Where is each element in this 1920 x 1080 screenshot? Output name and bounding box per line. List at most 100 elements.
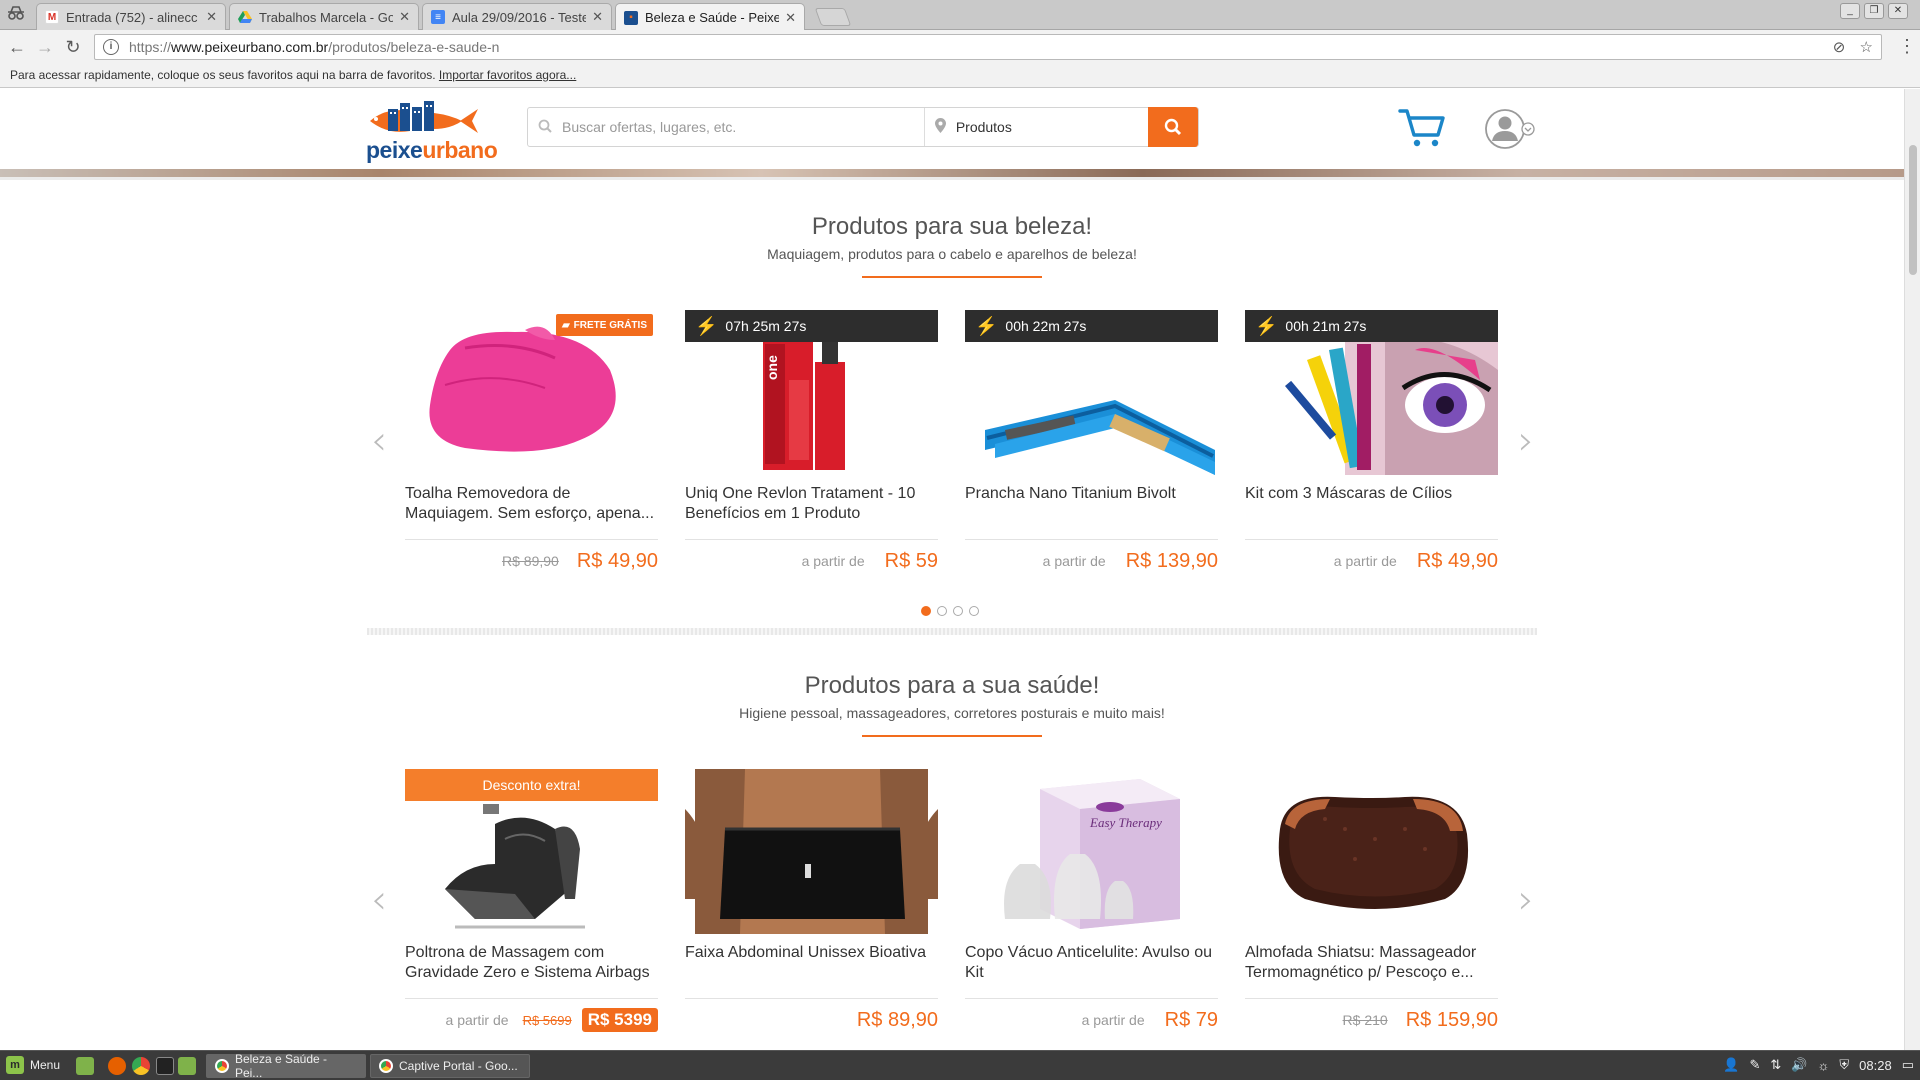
firefox-icon[interactable]: [108, 1057, 126, 1075]
product-name[interactable]: Faixa Abdominal Unissex Bioativa: [685, 943, 938, 985]
tab-docs[interactable]: ≡ Aula 29/09/2016 - Teste ✕: [422, 3, 612, 30]
close-tab-icon[interactable]: ✕: [592, 9, 603, 25]
user-icon[interactable]: 👤: [1723, 1057, 1739, 1073]
product-card[interactable]: Easy Therapy Copo Vácuo Anticelulite: Av…: [965, 769, 1218, 1031]
countdown-timer: ⚡ 00h 21m 27s: [1245, 310, 1498, 342]
terminal-icon[interactable]: [156, 1057, 174, 1075]
forward-icon[interactable]: →: [34, 36, 56, 58]
incognito-icon[interactable]: [6, 5, 26, 23]
from-label: a partir de: [1042, 553, 1106, 569]
popup-blocked-icon[interactable]: ⊘: [1833, 39, 1846, 56]
product-name[interactable]: Almofada Shiatsu: Massageador Termomagné…: [1245, 943, 1498, 985]
product-image[interactable]: Desconto extra!: [405, 769, 658, 934]
hero-banner-edge: [0, 169, 1904, 180]
site-header: peixeurbano Buscar ofertas, lugares, etc…: [0, 89, 1904, 169]
product-name[interactable]: Kit com 3 Máscaras de Cílios: [1245, 484, 1498, 526]
show-desktop-icon[interactable]: [76, 1057, 94, 1075]
pen-icon[interactable]: ✎: [1749, 1057, 1760, 1073]
product-name[interactable]: Copo Vácuo Anticelulite: Avulso ou Kit: [965, 943, 1218, 985]
location-pin-icon: [934, 118, 946, 136]
files-icon[interactable]: [178, 1057, 196, 1075]
carousel-dot[interactable]: [921, 606, 931, 616]
user-avatar-icon[interactable]: [1484, 108, 1538, 150]
countdown-timer: ⚡ 07h 25m 27s: [685, 310, 938, 342]
search-placeholder: Buscar ofertas, lugares, etc.: [562, 119, 737, 135]
product-card[interactable]: ⚡ 00h 22m 27s Prancha Nano Titanium Bivo…: [965, 310, 1218, 572]
shield-icon[interactable]: ⛨: [1839, 1057, 1849, 1073]
carousel-prev-arrow-icon[interactable]: ‹: [367, 421, 391, 463]
carousel-prev-arrow-icon[interactable]: ‹: [367, 880, 391, 922]
tab-gmail[interactable]: M Entrada (752) - alinecc ✕: [36, 3, 226, 30]
product-card[interactable]: ▰ FRETE GRÁTIS Toalha Removedora de Maqu…: [405, 310, 658, 572]
location-input[interactable]: Produtos: [925, 108, 1148, 146]
product-image[interactable]: ⚡ 00h 22m 27s: [965, 310, 1218, 475]
new-tab-button[interactable]: [814, 8, 852, 26]
logo[interactable]: peixeurbano: [366, 99, 498, 163]
carousel-next-arrow-icon[interactable]: ›: [1514, 880, 1538, 922]
beauty-section-title: Produtos para sua beleza!: [811, 213, 1093, 240]
price: R$ 89,90: [856, 1008, 938, 1031]
section-divider: [367, 628, 1537, 635]
card-divider: [685, 998, 938, 999]
taskbar-window-captive[interactable]: Captive Portal - Goo...: [370, 1054, 530, 1078]
os-taskbar: m Menu Beleza e Saúde - Pei... Captive P…: [0, 1050, 1920, 1080]
start-menu-button[interactable]: m Menu: [6, 1056, 60, 1074]
chrome-menu-icon[interactable]: ⋮: [1898, 36, 1916, 57]
chrome-icon[interactable]: [132, 1057, 150, 1075]
drive-icon: [238, 10, 252, 24]
product-image[interactable]: Easy Therapy: [965, 769, 1218, 934]
carousel-dot[interactable]: [969, 606, 979, 616]
product-name[interactable]: Poltrona de Massagem com Gravidade Zero …: [405, 943, 658, 985]
site-info-icon[interactable]: i: [103, 39, 119, 55]
reload-icon[interactable]: ↻: [62, 36, 84, 58]
network-icon[interactable]: ⇅: [1770, 1057, 1781, 1073]
product-card[interactable]: Faixa Abdominal Unissex Bioativa R$ 89,9…: [685, 769, 938, 1031]
price: R$ 49,90: [576, 549, 658, 572]
abdominal-belt-image: [685, 769, 938, 934]
search-input[interactable]: Buscar ofertas, lugares, etc.: [528, 108, 925, 146]
product-name[interactable]: Prancha Nano Titanium Bivolt: [965, 484, 1218, 526]
carousel-dot[interactable]: [937, 606, 947, 616]
bookmark-star-icon[interactable]: ☆: [1860, 39, 1873, 56]
back-icon[interactable]: ←: [6, 36, 28, 58]
card-divider: [685, 539, 938, 540]
carousel-dot[interactable]: [953, 606, 963, 616]
scrollbar-thumb[interactable]: [1909, 145, 1917, 275]
minimize-button[interactable]: _: [1840, 3, 1860, 19]
notifications-icon[interactable]: ▭: [1902, 1057, 1914, 1073]
close-tab-icon[interactable]: ✕: [399, 9, 410, 25]
brightness-icon[interactable]: ☼: [1817, 1058, 1829, 1073]
product-card[interactable]: ⚡ 07h 25m 27s one Uniq One Revlon Tratam…: [685, 310, 938, 572]
free-shipping-badge: ▰ FRETE GRÁTIS: [555, 314, 653, 336]
tab-drive[interactable]: Trabalhos Marcela - Go ✕: [229, 3, 419, 30]
product-image[interactable]: [685, 769, 938, 934]
health-section-subtitle: Higiene pessoal, massageadores, corretor…: [739, 705, 1165, 721]
import-bookmarks-link[interactable]: Importar favoritos agora...: [439, 68, 576, 82]
close-tab-icon[interactable]: ✕: [206, 9, 217, 25]
product-image[interactable]: ▰ FRETE GRÁTIS: [405, 310, 658, 475]
taskbar-window-beleza[interactable]: Beleza e Saúde - Pei...: [206, 1052, 366, 1080]
product-image[interactable]: ⚡ 00h 21m 27s: [1245, 310, 1498, 475]
address-bar[interactable]: i https://www.peixeurbano.com.br/produto…: [94, 34, 1882, 60]
product-name[interactable]: Uniq One Revlon Tratament - 10 Benefício…: [685, 484, 938, 526]
product-image[interactable]: [1245, 769, 1498, 934]
close-tab-icon[interactable]: ✕: [785, 10, 796, 26]
gmail-icon: M: [45, 10, 59, 24]
price-row: R$ 210 R$ 159,90: [1245, 1007, 1498, 1033]
docs-icon: ≡: [431, 10, 445, 24]
product-image[interactable]: ⚡ 07h 25m 27s one: [685, 310, 938, 475]
product-card[interactable]: Almofada Shiatsu: Massageador Termomagné…: [1245, 769, 1498, 1031]
price: R$ 49,90: [1416, 549, 1498, 572]
carousel-next-arrow-icon[interactable]: ›: [1514, 421, 1538, 463]
page-scrollbar[interactable]: [1904, 89, 1920, 1050]
tab-peixe-urbano[interactable]: ▪ Beleza e Saúde - Peixe U ✕: [615, 3, 805, 31]
volume-icon[interactable]: 🔊: [1791, 1057, 1807, 1073]
clock[interactable]: 08:28: [1859, 1058, 1892, 1073]
search-button[interactable]: [1148, 107, 1198, 147]
restore-button[interactable]: ❐: [1864, 3, 1884, 19]
product-name[interactable]: Toalha Removedora de Maquiagem. Sem esfo…: [405, 484, 658, 526]
cart-icon[interactable]: [1398, 107, 1446, 149]
product-card[interactable]: Desconto extra! Poltrona de Massagem com…: [405, 769, 658, 1032]
product-card[interactable]: ⚡ 00h 21m 27s Kit com 3 Máscaras de Cíli…: [1245, 310, 1498, 572]
close-window-button[interactable]: ✕: [1888, 3, 1908, 19]
